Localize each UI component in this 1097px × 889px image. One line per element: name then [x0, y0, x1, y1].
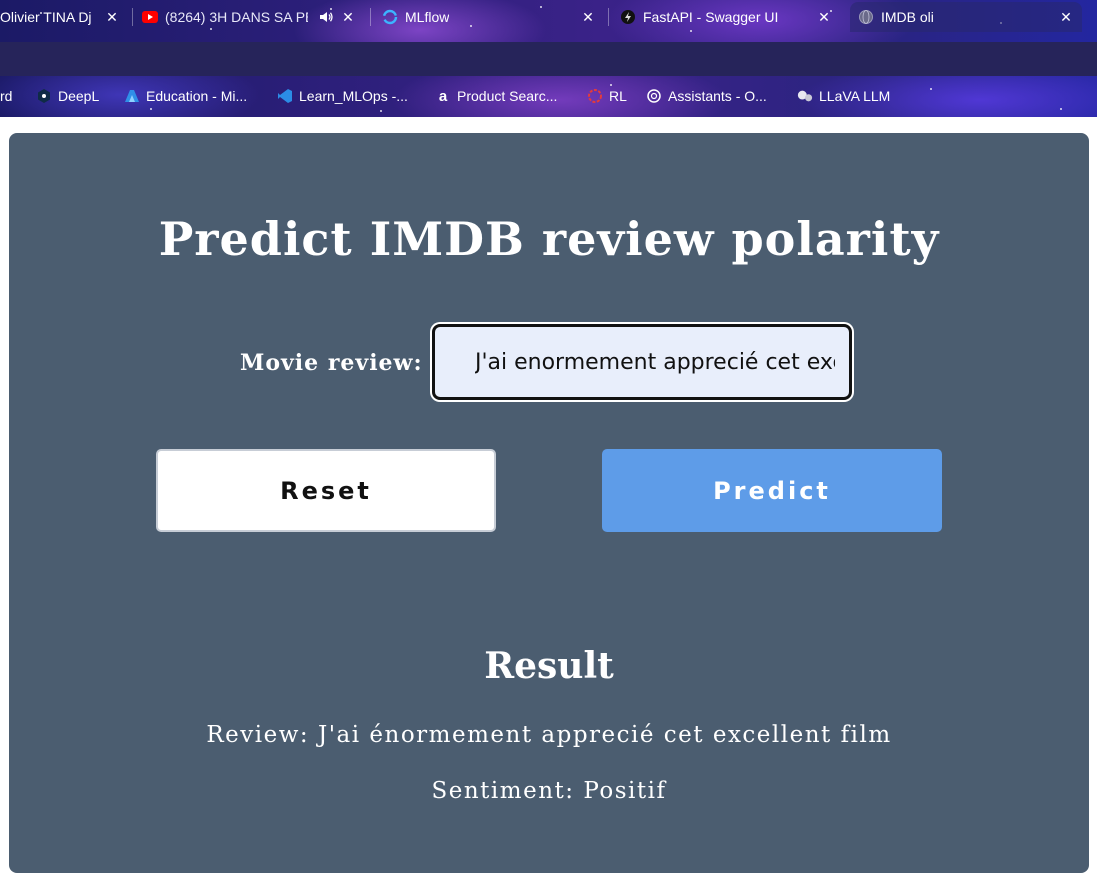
close-icon[interactable]: ✕ [578, 7, 598, 27]
bookmark-item[interactable]: rd [0, 86, 12, 106]
tab-title: Olivier TINA Dj [0, 9, 92, 25]
bookmark-label: Assistants - O... [668, 88, 767, 104]
bookmark-item[interactable]: a Product Searc... [435, 86, 558, 106]
vscode-icon [277, 88, 293, 104]
close-icon[interactable]: ✕ [102, 7, 122, 27]
close-icon[interactable]: ✕ [338, 7, 358, 27]
bookmark-item[interactable]: LLaVA LLM [797, 86, 890, 106]
bookmarks-bar: rd DeepL Education - Mi... Learn_MLOps -… [0, 78, 1097, 114]
bookmark-item[interactable]: RL [587, 86, 627, 106]
movie-review-input[interactable] [432, 324, 852, 400]
mlflow-icon [382, 9, 398, 25]
bookmark-label: rd [0, 88, 13, 104]
movie-review-label: Movie review: [240, 350, 423, 376]
app-container: Predict IMDB review polarity Movie revie… [9, 133, 1089, 873]
amazon-icon: a [438, 87, 448, 105]
bookmark-item[interactable]: Learn_MLOps -... [277, 86, 408, 106]
tab-olivier[interactable]: Olivier TINA Dj ✕ [0, 2, 128, 32]
browser-chrome: Olivier TINA Dj ✕ (8264) 3H DANS SA PE ✕… [0, 0, 1097, 117]
tab-title: (8264) 3H DANS SA PE [165, 9, 308, 25]
tab-separator [370, 8, 371, 26]
bookmark-item[interactable]: Education - Mi... [124, 86, 247, 106]
tab-mlflow[interactable]: MLflow ✕ [382, 2, 604, 32]
speaker-icon[interactable] [318, 9, 334, 25]
bookmark-label: RL [609, 88, 627, 104]
llava-icon [797, 88, 813, 104]
youtube-icon [142, 9, 158, 25]
reset-button[interactable]: Reset [156, 449, 496, 532]
tab-title: FastAPI - Swagger UI [643, 9, 779, 25]
tab-separator [132, 8, 133, 26]
page-title: Predict IMDB review polarity [158, 212, 940, 266]
bookmark-item[interactable]: Assistants - O... [646, 86, 767, 106]
result-review: Review: J'ai énormement apprecié cet exc… [206, 722, 892, 748]
address-bar[interactable] [0, 42, 1097, 76]
bookmark-item[interactable]: DeepL [36, 86, 99, 106]
openai-icon [646, 88, 662, 104]
tab-title: MLflow [405, 9, 450, 25]
tab-separator [608, 8, 609, 26]
globe-icon [858, 9, 874, 25]
bookmark-label: DeepL [58, 88, 100, 104]
azure-icon [124, 88, 140, 104]
close-icon[interactable]: ✕ [814, 7, 834, 27]
result-sentiment: Sentiment: Positif [431, 778, 667, 804]
tab-strip: Olivier TINA Dj ✕ (8264) 3H DANS SA PE ✕… [0, 0, 1097, 34]
deepl-icon [36, 88, 52, 104]
fastapi-icon [620, 9, 636, 25]
result-title: Result [484, 645, 614, 687]
tab-imdb[interactable]: IMDB oli ✕ [850, 2, 1082, 32]
ring-icon [587, 88, 603, 104]
tab-youtube[interactable]: (8264) 3H DANS SA PE ✕ [142, 2, 364, 32]
tab-title: IMDB oli [881, 9, 934, 25]
bookmark-label: LLaVA LLM [819, 88, 891, 104]
tab-fastapi[interactable]: FastAPI - Swagger UI ✕ [620, 2, 840, 32]
bookmark-label: Product Searc... [457, 88, 558, 104]
close-icon[interactable]: ✕ [1056, 7, 1076, 27]
predict-button[interactable]: Predict [602, 449, 942, 532]
bookmark-label: Learn_MLOps -... [299, 88, 408, 104]
bookmark-label: Education - Mi... [146, 88, 248, 104]
